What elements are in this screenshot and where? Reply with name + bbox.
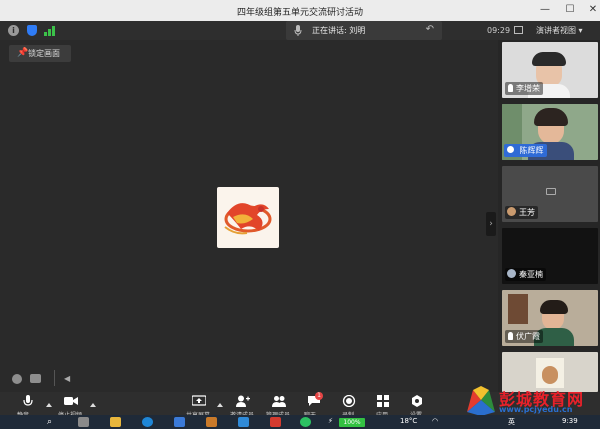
share-screen-icon[interactable] <box>192 395 206 407</box>
network-icon[interactable]: ◠ <box>432 417 438 425</box>
meeting-app: 四年级组第五单元交流研讨活动 — ☐ ✕ i 正在讲话: 刘明 ↶ 09:29 … <box>0 0 600 429</box>
wps-icon[interactable] <box>270 417 281 427</box>
microphone-icon[interactable] <box>21 395 35 407</box>
close-button[interactable]: ✕ <box>586 3 600 17</box>
speaker-avatar <box>217 187 279 248</box>
search-icon[interactable]: ⌕ <box>47 417 52 427</box>
edge-browser-icon[interactable] <box>142 417 153 427</box>
pin-icon: 📌 <box>17 48 29 58</box>
return-icon[interactable]: ↶ <box>426 24 434 35</box>
lock-screen-label: 锁定画面 <box>28 49 60 58</box>
system-clock[interactable]: 9:39 <box>562 417 578 425</box>
participant-tile[interactable]: 伏广霞 <box>502 290 598 346</box>
lock-screen-button[interactable]: 📌 锁定画面 <box>9 45 71 62</box>
ime-indicator[interactable]: 英 <box>508 417 515 427</box>
window-title: 四年级组第五单元交流研讨活动 <box>236 8 363 18</box>
phoenix-logo-image <box>224 203 272 235</box>
user-icon <box>507 146 514 153</box>
info-icon[interactable]: i <box>8 25 19 36</box>
video-camera-icon[interactable] <box>64 395 78 407</box>
divider <box>54 370 55 386</box>
battery-indicator[interactable]: 100% <box>339 418 365 427</box>
participant-tile[interactable]: 王芳 <box>502 166 598 222</box>
title-bar: 四年级组第五单元交流研讨活动 — ☐ ✕ <box>0 0 600 21</box>
collapse-left-icon[interactable]: ◀ <box>64 374 70 383</box>
add-user-icon[interactable] <box>236 395 250 407</box>
photos-icon[interactable] <box>238 417 249 427</box>
participant-name: 王芳 <box>505 206 538 219</box>
watermark-url: www.pcjyedu.cn <box>499 405 573 414</box>
main-video-stage: 📌 锁定画面 ◀ <box>0 40 498 392</box>
participants-icon[interactable] <box>272 395 286 407</box>
windows-start-icon[interactable] <box>10 417 20 427</box>
expand-panel-button[interactable]: › <box>486 212 496 236</box>
emoji-icon[interactable] <box>12 374 22 384</box>
shield-icon[interactable] <box>27 25 37 36</box>
site-watermark: 彭城教育网 www.pcjyedu.cn <box>465 386 597 416</box>
book-logo-icon <box>467 386 495 416</box>
view-mode-button[interactable]: 演讲者视图 ▾ <box>536 25 583 36</box>
file-explorer-icon[interactable] <box>110 417 121 427</box>
maximize-button[interactable]: ☐ <box>563 3 577 17</box>
minimize-button[interactable]: — <box>538 3 552 17</box>
audio-options-icon[interactable] <box>46 403 52 407</box>
comment-icon[interactable] <box>30 374 41 383</box>
camera-off-icon <box>546 188 556 195</box>
participant-tile[interactable]: 陈辉辉 <box>502 104 598 160</box>
avatar <box>507 269 516 278</box>
power-icon[interactable]: ⚡ <box>328 417 333 425</box>
apps-icon[interactable] <box>376 395 390 407</box>
participant-name: 李增荣 <box>505 82 543 95</box>
meeting-app-icon[interactable] <box>206 417 217 427</box>
participant-name: 伏广霞 <box>505 330 543 343</box>
chat-badge: 1 <box>315 392 323 400</box>
weather-label[interactable]: 18°C <box>400 417 417 425</box>
wechat-icon[interactable] <box>300 417 311 427</box>
avatar <box>507 207 516 216</box>
participant-tile[interactable]: 李增荣 <box>502 42 598 98</box>
layout-icon[interactable] <box>514 26 523 34</box>
active-speaker-label: 正在讲话: 刘明 <box>312 26 366 35</box>
participant-name: 秦亚楠 <box>505 268 546 281</box>
video-options-icon[interactable] <box>90 403 96 407</box>
os-taskbar: ⌕ ⚡ 100% 18°C ◠ 英 9:39 <box>0 415 600 429</box>
signal-icon[interactable] <box>44 26 56 36</box>
share-options-icon[interactable] <box>217 403 223 407</box>
settings-icon[interactable] <box>410 395 424 407</box>
participant-name: 陈辉辉 <box>504 144 547 157</box>
microphone-icon <box>294 25 302 36</box>
task-view-icon[interactable] <box>78 417 89 427</box>
active-speaker-indicator: 正在讲话: 刘明 ↶ <box>286 21 442 40</box>
app-icon[interactable] <box>174 417 185 427</box>
meeting-time: 09:29 <box>487 26 511 35</box>
participant-tile[interactable]: 秦亚楠 <box>502 228 598 284</box>
record-icon[interactable] <box>342 395 356 407</box>
